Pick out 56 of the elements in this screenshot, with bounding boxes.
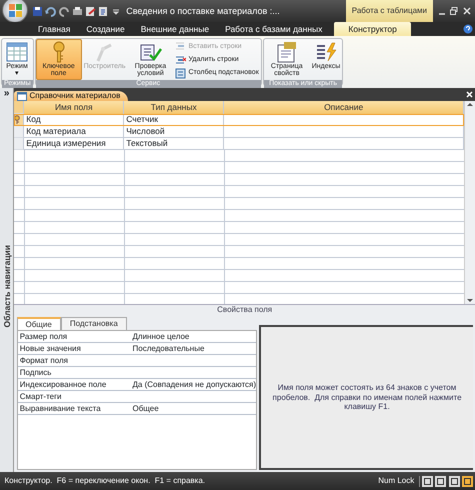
- ribbon-tab[interactable]: Внешние данные: [132, 22, 218, 36]
- property-name: Индексированное поле: [18, 380, 108, 390]
- undo-icon[interactable]: [45, 6, 56, 16]
- close-icon[interactable]: [462, 7, 470, 15]
- num-lock-indicator: Num Lock: [377, 476, 416, 486]
- help-icon[interactable]: [462, 24, 473, 34]
- table-icon: [17, 92, 28, 101]
- ribbon-tab[interactable]: Конструктор: [334, 22, 411, 36]
- ribbon-tab[interactable]: Создание: [78, 22, 133, 36]
- logo-icon: [8, 2, 22, 18]
- table-cell: Числовой: [124, 126, 224, 138]
- help-text: Имя поля может состоять из 64 знаков с учетом пробелов. Для справки по именам полей нажмите клавишу F1.: [272, 382, 463, 412]
- expand-button[interactable]: »: [4, 88, 10, 100]
- property-sheet-icon: [274, 41, 299, 63]
- window-title: Сведения о поставке материалов :...: [126, 6, 281, 16]
- context-tab-label: Работа с таблицами: [346, 0, 433, 22]
- property-tab[interactable]: Общие: [16, 316, 61, 330]
- save-icon[interactable]: [32, 6, 43, 16]
- property-tab[interactable]: Подстановка: [60, 316, 127, 330]
- delete-row-icon: [175, 54, 186, 66]
- property-value[interactable]: Да (Совпадения не допускаются): [132, 380, 256, 390]
- page-icon[interactable]: [98, 6, 110, 16]
- lookup-column-icon: [175, 68, 186, 79]
- column-header: Тип данных: [124, 101, 224, 114]
- navigation-pane-label: Область навигации: [2, 244, 12, 328]
- property-name: Подпись: [18, 368, 52, 378]
- property-name: Выравнивание текста: [18, 404, 102, 414]
- lightning-icon: [314, 41, 338, 63]
- scrollbar[interactable]: [464, 101, 475, 304]
- redo-icon[interactable]: [58, 6, 70, 16]
- ribbon-tab[interactable]: Работа с базами данных: [217, 22, 330, 36]
- insert-row-icon: [175, 41, 186, 52]
- table-cell: Код: [24, 114, 124, 126]
- property-name: Размер поля: [18, 332, 68, 342]
- status-text: Конструктор. F6 = переключение окон. F1 = справка.: [4, 476, 206, 486]
- property-name: Новые значения: [18, 344, 82, 354]
- property-name: Смарт-теги: [18, 392, 62, 402]
- office-button[interactable]: [2, 0, 28, 23]
- restore-icon[interactable]: [450, 7, 458, 15]
- printer-icon[interactable]: [72, 6, 83, 16]
- table-row[interactable]: Код Счетчик: [14, 114, 464, 126]
- table-grid-icon: [5, 41, 29, 63]
- property-value[interactable]: Длинное целое: [132, 332, 190, 342]
- property-value[interactable]: Последовательные: [132, 344, 204, 354]
- table-cell: Код материала: [24, 126, 124, 138]
- section-title: Свойства поля: [14, 304, 475, 315]
- column-header: Имя поля: [24, 101, 124, 114]
- property-name: Формат поля: [18, 356, 69, 366]
- document-icon[interactable]: [85, 6, 96, 16]
- ribbon-tab[interactable]: Главная: [30, 22, 78, 36]
- document-tab[interactable]: Справочник материалов: [14, 91, 128, 101]
- table-row[interactable]: Код материала Числовой: [14, 126, 464, 138]
- key-icon: [14, 114, 20, 124]
- customize-icon[interactable]: [112, 6, 120, 16]
- table-cell: Счетчик: [124, 114, 224, 126]
- property-value[interactable]: Общее: [132, 404, 159, 414]
